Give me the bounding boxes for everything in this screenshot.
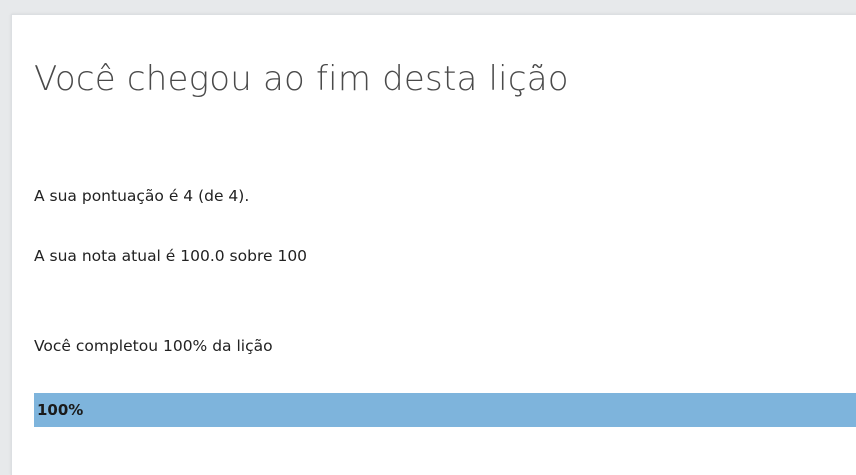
progress-bar-fill: 100% — [34, 393, 856, 427]
grade-text: A sua nota atual é 100.0 sobre 100 — [34, 247, 308, 265]
progress-bar: 100% — [34, 393, 856, 427]
score-text: A sua pontuação é 4 (de 4). — [34, 187, 250, 205]
lesson-completion-panel: Você chegou ao fim desta lição A sua pon… — [11, 14, 856, 475]
completion-text: Você completou 100% da lição — [34, 337, 273, 355]
page-title: Você chegou ao fim desta lição — [34, 59, 569, 99]
progress-label: 100% — [37, 401, 84, 419]
